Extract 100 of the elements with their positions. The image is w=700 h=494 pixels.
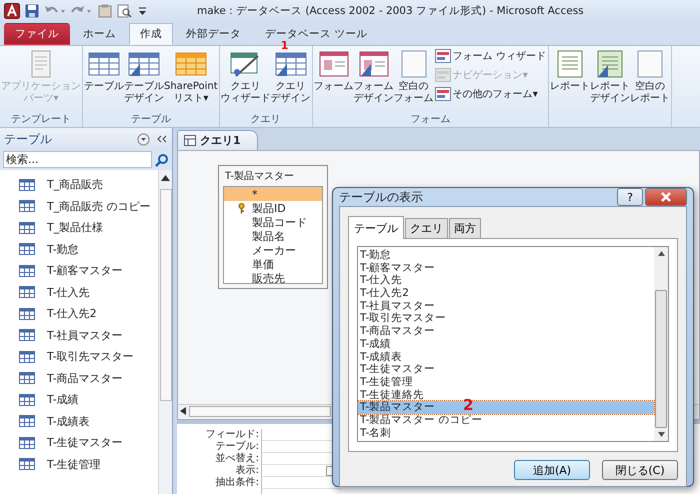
nav-table-item[interactable]: T-仕入先2 [47,306,97,322]
nav-table-item[interactable]: T-仕入先 [47,284,90,300]
table-list-item[interactable]: T-名刺 [358,426,654,440]
search-field[interactable]: 検索... [3,151,152,168]
table-icon [128,50,160,78]
dialog-button[interactable]: 追加(A) [514,460,590,480]
table-list-item[interactable]: T-勤怠 [358,249,654,262]
table-list-item[interactable]: T-成績表 [358,350,654,364]
scroll-left-arrow-icon[interactable] [180,407,186,415]
grid-row-label: 並べ替え: [216,453,259,464]
ribbon-command[interactable]: その他のフォーム▾ [434,86,547,102]
collapse-icon[interactable] [156,134,168,144]
ribbon-command[interactable]: フォーム ウィザード [434,48,547,64]
table-icon [19,178,35,191]
ribbon-command[interactable]: 空白の レポート [630,50,670,105]
search-icon[interactable] [155,152,169,166]
table-icon [19,222,35,234]
nav-table-item[interactable]: T_商品販売 [47,177,104,192]
list-scrollbar[interactable] [654,247,668,441]
table-list-item[interactable]: T-社員マスター [358,300,654,312]
table-list-item[interactable]: T-成績 [358,338,654,350]
nav-table-item[interactable]: T_製品仕様 [47,220,104,236]
table-list-item[interactable]: T-商品マスター [358,325,654,338]
ribbon-tab[interactable]: 外部データ [175,23,252,45]
dialog-tab[interactable]: クエリ [405,218,448,238]
form-icon [358,50,389,78]
table-list-item[interactable]: T-顧客マスター [358,262,654,274]
table-list-item[interactable]: T-仕入先 [358,274,654,288]
ribbon-group-label: テーブル [130,112,171,126]
query-tab[interactable]: クエリ1 [177,130,258,150]
nav-table-item[interactable]: T-成績表 [47,414,90,429]
ribbon-tab[interactable]: ホーム [72,23,127,45]
scroll-up-arrow-icon[interactable] [658,251,664,256]
nav-table-item[interactable]: T_商品販売 のコピー [47,198,151,214]
close-button[interactable] [645,188,687,206]
field-item[interactable]: 製品ID [224,201,322,215]
ribbon-command[interactable]: SharePoint リスト▾ [164,50,218,105]
ribbon-tab[interactable]: 作成 [129,23,173,45]
customize-caret-icon[interactable] [138,6,147,16]
ribbon-command[interactable]: レポート [550,50,590,93]
ribbon-group-label: クエリ [250,113,281,126]
nav-table-item[interactable]: T-取引先マスター [47,349,134,364]
nav-table-item[interactable]: T-顧客マスター [47,263,123,278]
table-list-item[interactable]: T-仕入先2 [358,287,654,300]
nav-table-item[interactable]: T-商品マスター [47,370,123,386]
table-icon [19,286,35,298]
table-icon [19,394,35,406]
field-item[interactable]: 販売先 [224,271,322,283]
scroll-down-arrow-icon[interactable] [658,432,664,437]
dialog-tab[interactable]: テーブル [348,216,404,239]
ribbon-command[interactable]: フォーム [314,50,354,93]
nav-table-item[interactable]: T-成績 [47,392,79,408]
table-list-item[interactable]: T-取引先マスター [358,312,654,326]
report-icon [596,50,624,78]
dialog-tab[interactable]: 両方 [449,218,481,238]
table-icon [274,50,307,78]
window-title: make : データベース (Access 2002 - 2003 ファイル形式) - Microsoft Access [197,4,584,18]
save-icon[interactable] [25,4,39,18]
table-icon [174,50,207,78]
dialog-button[interactable]: 閉じる(C) [602,460,678,480]
query-icon [184,135,196,146]
field-item[interactable]: 製品コード [224,215,322,229]
grid-row-label: 抽出条件: [216,477,259,489]
field-item[interactable]: 製品名 [224,229,322,243]
field-item[interactable]: メーカー [224,243,322,257]
ribbon-command[interactable]: テーブル [84,50,124,93]
table-name: T-製品マスター [224,170,295,184]
report-icon [556,50,584,78]
form-small-icon [434,49,451,63]
nav-table-item[interactable]: T-勤怠 [47,242,79,257]
table-icon [19,372,35,384]
ribbon-command[interactable]: テーブル デザイン [124,50,164,105]
table-icon [88,50,120,78]
nav-table-item[interactable]: T-社員マスター [47,328,123,343]
vertical-scrollbar[interactable] [158,170,172,494]
ribbon-command[interactable]: レポート デザイン [590,50,630,105]
table-list-item[interactable]: T-生徒マスター [358,363,654,376]
clipboard-icon[interactable] [98,4,112,18]
table-list-item[interactable]: T-製品マスター のコピー [358,414,654,427]
blank-page-icon [400,50,428,78]
print-preview-icon[interactable] [117,4,133,18]
nav-pane-title: テーブル [4,130,53,148]
ribbon-command[interactable]: クエリ デザイン [270,50,311,105]
help-button[interactable]: ? [617,188,643,206]
nav-table-item[interactable]: T-生徒管理 [47,456,101,472]
table-icon [19,200,35,212]
dropdown-icon[interactable] [137,132,150,146]
field-item[interactable]: * [224,187,322,201]
ribbon-tab[interactable]: ファイル [4,23,70,45]
nav-table-item[interactable]: T-生徒マスター [47,435,123,450]
app-logo-icon[interactable] [4,3,20,19]
ribbon-command[interactable]: 空白の フォーム [394,50,434,105]
table-icon [19,350,35,363]
grid-row-label: 表示: [236,465,259,476]
table-field-list[interactable]: T-製品マスター * 製品ID 製品コード 製品名 メーカー 単価 販売先 [218,165,328,289]
scroll-up-arrow-icon[interactable] [161,175,170,181]
ribbon-command[interactable]: フォーム デザイン [354,50,394,105]
table-list-item[interactable]: T-生徒管理 [358,376,654,389]
field-item[interactable]: 単価 [224,257,322,271]
ribbon-command[interactable]: クエリ ウィザード [220,50,271,105]
